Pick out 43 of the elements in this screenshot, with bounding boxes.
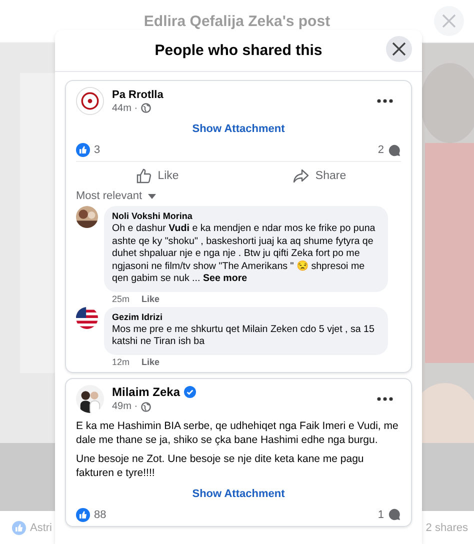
reaction-names: Astri: [30, 522, 52, 534]
comment-text: Oh e dashur Vudi e ka mendjen e ndar mos ke frike po puna ashte qe ky "shoku" , baskeshorti juaj ka aq shume fytyra qe duhet shpaluar nje e nga nje . Btw ju qifti Zeka fort po me ngjasoni ne film/tv show "The Amerikans " 😒 shpresoi me qen gabim se nuk ... See more: [112, 223, 376, 286]
post-text: Une besoje ne Zot. Une besoje se nje dite keta kane me pagu fakturen e tyre!!!!: [76, 452, 365, 480]
comment-icon: [388, 144, 401, 156]
comment-count[interactable]: 1: [378, 508, 384, 520]
dialog-title: People who shared this: [154, 42, 322, 59]
like-button[interactable]: Like: [76, 164, 238, 188]
commenter-name[interactable]: Gezim Idrizi: [112, 312, 380, 322]
like-icon: [12, 521, 26, 535]
comment-time[interactable]: 25m: [112, 294, 130, 304]
like-link[interactable]: Like: [142, 356, 160, 366]
comment-text: Mos me pre e me shkurtu qet Milain Zeken cdo 5 vjet , sa 15 katshi ne Tiran ish ba: [112, 324, 376, 348]
thumbs-up-icon: [136, 168, 152, 184]
commenter-name[interactable]: Noli Vokshi Morina: [112, 211, 380, 221]
close-icon: [442, 14, 456, 28]
like-icon: [76, 508, 90, 522]
post-title: Edlira Qefalija Zeka's post: [144, 12, 330, 30]
see-more-link[interactable]: See more: [202, 273, 248, 284]
like-link[interactable]: Like: [142, 294, 160, 304]
sort-dropdown[interactable]: Most relevant: [76, 190, 156, 202]
post-time[interactable]: 44m ·: [112, 102, 138, 114]
author-name[interactable]: Milaim Zeka: [112, 385, 180, 399]
post-time[interactable]: 49m ·: [112, 401, 138, 412]
show-attachment-link[interactable]: Show Attachment: [76, 488, 401, 500]
share-arrow-icon: [293, 168, 310, 184]
close-icon: [392, 42, 406, 56]
globe-icon: [140, 103, 151, 113]
show-attachment-link[interactable]: Show Attachment: [76, 123, 401, 135]
comment-icon: [388, 508, 401, 521]
globe-icon: [140, 402, 151, 412]
share-button[interactable]: Share: [238, 164, 401, 188]
like-icon: [76, 143, 90, 157]
caret-icon: [148, 194, 156, 198]
more-icon[interactable]: [377, 396, 393, 400]
comment-count[interactable]: 2: [378, 144, 384, 156]
comment-time[interactable]: 12m: [112, 356, 130, 366]
close-button[interactable]: [386, 36, 412, 62]
post-text: E ka me Hashimin BIA serbe, qe udhehiqet nga Faik Imeri e Vudi, me dale me thane se ja, shiko se çka bane Hashimi edhe nga burgu.: [76, 418, 400, 446]
target-logo-icon[interactable]: [76, 87, 104, 115]
like-count[interactable]: 88: [94, 508, 106, 520]
more-icon[interactable]: [377, 99, 393, 103]
author-name[interactable]: Pa Rrotlla: [112, 88, 164, 100]
like-count[interactable]: 3: [94, 144, 100, 156]
